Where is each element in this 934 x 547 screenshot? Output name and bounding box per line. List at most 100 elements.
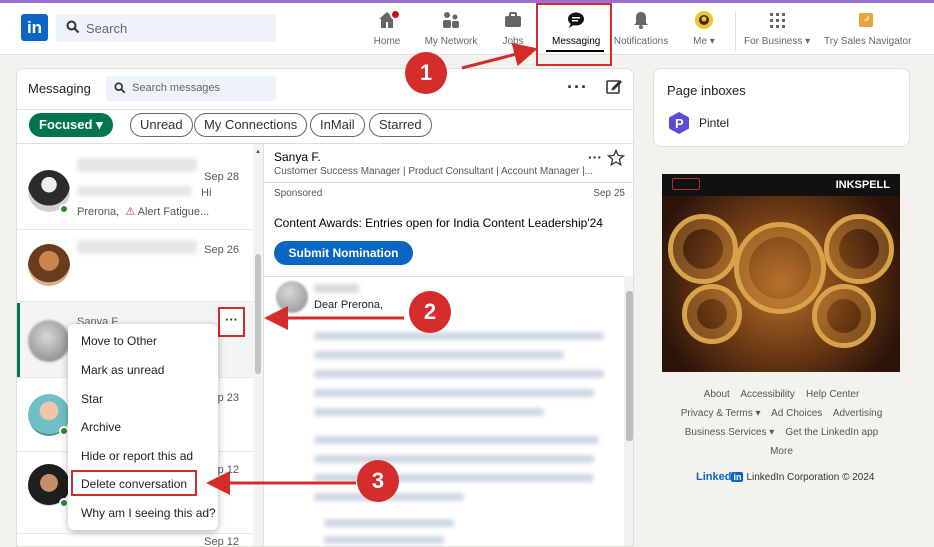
messaging-highlight-box	[536, 3, 612, 66]
menu-move-to-other[interactable]: Move to Other	[81, 334, 157, 348]
scroll-up-icon[interactable]: ▲	[255, 149, 261, 155]
step-2-callout: 2	[409, 291, 451, 333]
footer-link[interactable]: Accessibility	[740, 389, 794, 400]
blurred-text-line	[314, 332, 604, 340]
nav-me[interactable]: Me ▾	[688, 9, 720, 53]
divider	[17, 109, 633, 110]
menu-mark-as-unread[interactable]: Mark as unread	[81, 363, 164, 377]
blurred-text-line	[314, 474, 594, 482]
conversation-item[interactable]: Sep 12	[17, 534, 263, 547]
pintel-logo-icon: P	[669, 112, 689, 134]
ad-image[interactable]: INKSPELL	[662, 174, 900, 372]
nav-for-business-label: For Business ▾	[744, 36, 811, 47]
search-messages-input[interactable]: Search messages	[106, 76, 276, 101]
blurred-snippet	[77, 186, 192, 196]
conversation-list-scroll-thumb[interactable]	[255, 254, 261, 374]
menu-star[interactable]: Star	[81, 392, 103, 406]
nav-jobs[interactable]: Jobs	[501, 9, 525, 53]
footer-link[interactable]: About	[704, 389, 730, 400]
blurred-text-line	[314, 389, 594, 397]
page-inboxes-title: Page inboxes	[667, 83, 746, 98]
footer-link[interactable]: Help Center	[806, 389, 859, 400]
menu-why-this-ad[interactable]: Why am I seeing this ad?	[81, 506, 216, 520]
submit-nomination-button[interactable]: Submit Nomination	[274, 241, 413, 265]
filter-unread-button[interactable]: Unread	[130, 113, 193, 137]
nav-sales-navigator[interactable]: Try Sales Navigator	[824, 9, 911, 53]
linkedin-in-icon: in	[731, 472, 744, 482]
avatar	[28, 320, 70, 362]
conversation-date: Sep 28	[204, 171, 239, 183]
linkedin-logo-icon[interactable]: in	[21, 14, 48, 41]
blurred-text-line	[314, 370, 604, 378]
star-icon[interactable]	[607, 149, 625, 167]
footer-link[interactable]: Ad Choices	[771, 408, 822, 419]
conversation-item[interactable]: Sep 26	[17, 230, 263, 302]
conversation-snippet-partial: Hi	[201, 187, 212, 199]
footer-link[interactable]: Advertising	[833, 408, 882, 419]
conversation-options-button[interactable]: ···	[218, 307, 245, 337]
notification-dot	[390, 9, 401, 20]
sponsored-label: Sponsored	[274, 188, 323, 199]
thread-more-button[interactable]: ···	[588, 149, 602, 165]
page-inbox-name[interactable]: Pintel	[699, 116, 729, 130]
blurred-text-line	[324, 519, 454, 527]
messaging-more-button[interactable]: ···	[567, 77, 588, 98]
step-3-callout: 3	[357, 460, 399, 502]
blurred-text-line	[324, 536, 444, 544]
nav-notifications-label: Notifications	[613, 36, 669, 47]
linkedin-wordmark: Linked	[696, 471, 732, 483]
nav-jobs-label: Jobs	[502, 36, 524, 47]
compose-icon[interactable]	[605, 77, 623, 95]
search-messages-placeholder: Search messages	[132, 82, 221, 94]
footer-link[interactable]: More	[770, 446, 793, 457]
footer-link[interactable]: Business Services ▾	[685, 427, 775, 438]
filter-focused-button[interactable]: Focused ▾	[29, 113, 113, 137]
thread-scroll-thumb[interactable]	[626, 291, 633, 441]
nav-my-network[interactable]: My Network	[423, 9, 479, 53]
nav-for-business[interactable]: For Business ▾	[744, 9, 810, 53]
blurred-text-line	[314, 455, 594, 463]
messaging-title: Messaging	[28, 81, 91, 96]
nav-home[interactable]: Home	[372, 9, 402, 53]
filter-my-connections-button[interactable]: My Connections	[194, 113, 308, 137]
conversation-snippet: Prerona, ⚠ Alert Fatigue...	[77, 206, 210, 218]
people-icon	[443, 12, 459, 28]
blurred-text-line	[314, 408, 544, 416]
search-icon	[66, 20, 80, 34]
thread-date: Sep 25	[593, 188, 625, 199]
menu-hide-or-report-ad[interactable]: Hide or report this ad	[81, 449, 193, 463]
filter-inmail-button[interactable]: InMail	[310, 113, 365, 137]
thread-sender-name[interactable]: Sanya F.	[274, 150, 321, 164]
blurred-text-line	[314, 351, 564, 359]
conversation-item[interactable]: Sep 28 Hi Prerona, ⚠ Alert Fatigue...	[17, 144, 263, 230]
top-nav-bar: in Search Home My Network Jobs Messaging…	[0, 3, 934, 55]
ship-wheel-graphic	[682, 284, 742, 344]
ad-headline: Content Awards: Entries open for India C…	[274, 216, 603, 230]
conversation-date: Sep 26	[204, 244, 239, 256]
alert-icon: ⚠	[125, 206, 136, 218]
messaging-panel: Messaging Search messages ··· Focused ▾ …	[16, 68, 634, 547]
nav-me-label: Me ▾	[693, 36, 715, 47]
sales-navigator-icon	[859, 13, 873, 27]
page-inboxes-card: Page inboxes P Pintel	[653, 68, 910, 147]
footer-link[interactable]: Privacy & Terms ▾	[681, 408, 761, 419]
thread-sender-headline: Customer Success Manager | Product Consu…	[274, 166, 594, 177]
global-search-input[interactable]: Search	[56, 14, 276, 42]
conversation-options-menu: Move to Other Mark as unread Star Archiv…	[68, 324, 218, 530]
corporation-footer: Linked in LinkedIn Corporation © 2024	[696, 471, 874, 483]
avatar-icon	[695, 11, 713, 29]
bell-icon	[634, 12, 648, 29]
conversation-thread: Sanya F. Customer Success Manager | Prod…	[263, 144, 633, 546]
footer-link[interactable]: Get the LinkedIn app	[785, 427, 878, 438]
filter-starred-button[interactable]: Starred	[369, 113, 432, 137]
divider	[264, 276, 633, 277]
nav-notifications[interactable]: Notifications	[612, 9, 670, 53]
step-1-callout: 1	[405, 52, 447, 94]
search-icon	[114, 82, 126, 94]
conversation-date: Sep 12	[204, 536, 239, 547]
divider	[264, 182, 633, 183]
briefcase-icon	[505, 12, 521, 27]
menu-archive[interactable]: Archive	[81, 420, 121, 434]
blurred-name	[77, 240, 197, 254]
ship-wheel-graphic	[668, 214, 738, 284]
